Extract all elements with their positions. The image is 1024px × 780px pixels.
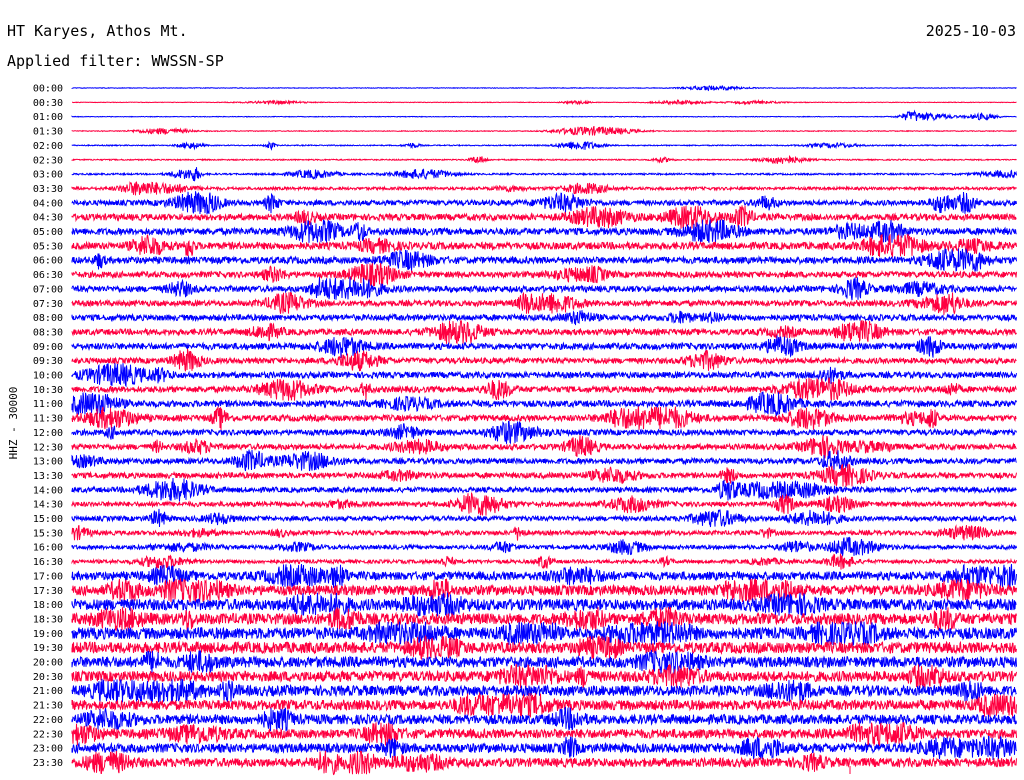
trace-line — [71, 310, 1017, 326]
trace-line — [71, 140, 1017, 151]
trace-line — [72, 98, 1017, 106]
station-title: HT Karyes, Athos Mt. — [7, 22, 188, 40]
time-label: 05:00 — [33, 227, 63, 238]
time-label: 07:00 — [33, 284, 63, 295]
trace-line — [71, 691, 1017, 719]
trace-line — [71, 233, 1017, 258]
trace-line — [71, 377, 1017, 401]
time-label: 22:30 — [33, 729, 63, 740]
filter-label: Applied filter: WWSSN-SP — [7, 52, 224, 70]
trace-line — [71, 180, 1017, 196]
time-label: 12:00 — [33, 428, 63, 439]
trace-line — [71, 125, 1017, 136]
time-label: 11:00 — [33, 399, 63, 410]
time-label: 16:00 — [33, 543, 63, 554]
time-labels: 00:00 00:30 01:00 01:30 02:00 02:30 03:00 03:30… — [33, 84, 63, 769]
time-label: 03:30 — [33, 184, 63, 195]
time-label: 19:00 — [33, 629, 63, 640]
time-label: 03:00 — [33, 170, 63, 181]
trace-line — [71, 578, 1017, 603]
time-label: 17:00 — [33, 571, 63, 582]
time-label: 01:30 — [33, 127, 63, 138]
trace-line — [71, 84, 1017, 92]
time-label: 18:30 — [33, 614, 63, 625]
time-label: 02:30 — [33, 155, 63, 166]
time-label: 15:00 — [33, 514, 63, 525]
date-label: 2025-10-03 — [926, 22, 1016, 40]
time-label: 02:00 — [33, 141, 63, 152]
trace-line — [71, 191, 1017, 215]
time-label: 14:00 — [33, 485, 63, 496]
trace-line — [71, 219, 1017, 243]
trace-line — [71, 508, 1017, 528]
time-label: 18:00 — [33, 600, 63, 611]
time-label: 22:00 — [33, 715, 63, 726]
trace-line — [71, 363, 1017, 388]
time-label: 23:30 — [33, 758, 63, 769]
time-label: 19:30 — [33, 643, 63, 654]
time-label: 21:30 — [33, 701, 63, 712]
time-label: 15:30 — [33, 528, 63, 539]
time-label: 08:30 — [33, 327, 63, 338]
time-label: 09:00 — [33, 342, 63, 353]
time-label: 20:30 — [33, 672, 63, 683]
time-label: 21:00 — [33, 686, 63, 697]
trace-line — [71, 391, 1017, 417]
helicorder-plot: HT Karyes, Athos Mt. 2025-10-03 Applied … — [7, 22, 1017, 776]
trace-line — [71, 592, 1017, 617]
seismic-traces — [71, 84, 1017, 776]
time-label: 04:00 — [33, 198, 63, 209]
trace-line — [71, 348, 1017, 372]
trace-line — [71, 463, 1017, 487]
time-label: 09:30 — [33, 356, 63, 367]
trace-line — [71, 319, 1017, 345]
time-label: 14:30 — [33, 500, 63, 511]
trace-line — [71, 722, 1017, 747]
trace-line — [71, 109, 1017, 122]
time-label: 13:00 — [33, 457, 63, 468]
trace-line — [71, 167, 1017, 182]
time-label: 05:30 — [33, 241, 63, 252]
trace-line — [71, 406, 1017, 431]
trace-line — [71, 663, 1017, 689]
time-label: 06:00 — [33, 256, 63, 267]
time-label: 10:30 — [33, 385, 63, 396]
time-label: 06:30 — [33, 270, 63, 281]
time-label: 01:00 — [33, 112, 63, 123]
time-label: 08:00 — [33, 313, 63, 324]
time-label: 23:00 — [33, 744, 63, 755]
time-label: 11:30 — [33, 414, 63, 425]
trace-line — [71, 277, 1017, 301]
time-label: 07:30 — [33, 299, 63, 310]
trace-line — [71, 247, 1017, 272]
trace-line — [71, 649, 1017, 674]
trace-line — [71, 420, 1017, 445]
time-label: 20:00 — [33, 658, 63, 669]
time-label: 10:00 — [33, 371, 63, 382]
trace-line — [71, 553, 1017, 570]
trace-line — [71, 491, 1017, 516]
y-axis-label: HHZ - 30000 — [7, 387, 20, 460]
trace-line — [71, 750, 1017, 776]
trace-line — [71, 524, 1017, 541]
trace-line — [71, 154, 1017, 165]
trace-line — [71, 536, 1017, 557]
trace-line — [71, 335, 1017, 358]
time-label: 17:30 — [33, 586, 63, 597]
time-label: 00:30 — [33, 98, 63, 109]
time-label: 00:00 — [33, 84, 63, 95]
time-label: 13:30 — [33, 471, 63, 482]
trace-line — [71, 449, 1017, 472]
trace-line — [71, 477, 1017, 502]
trace-line — [71, 291, 1017, 315]
trace-line — [71, 262, 1017, 287]
trace-line — [71, 620, 1017, 647]
time-label: 16:30 — [33, 557, 63, 568]
time-label: 12:30 — [33, 442, 63, 453]
time-label: 04:30 — [33, 213, 63, 224]
trace-line — [71, 435, 1017, 459]
